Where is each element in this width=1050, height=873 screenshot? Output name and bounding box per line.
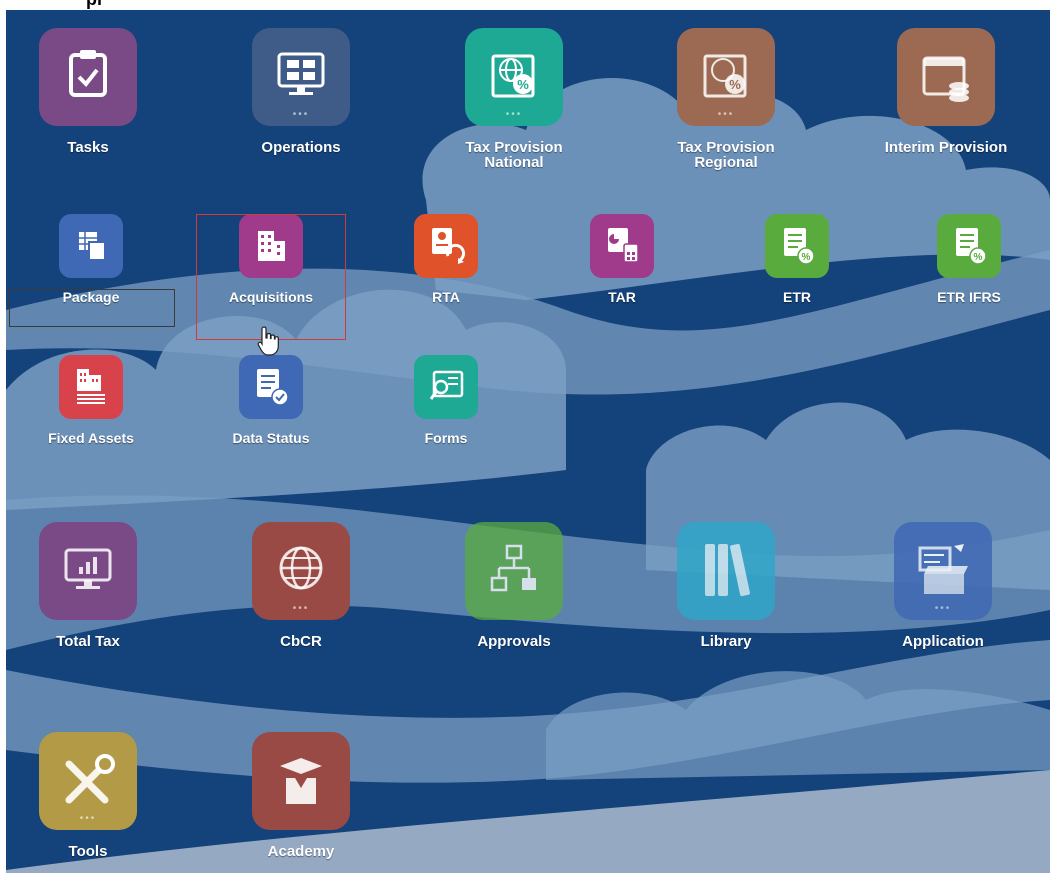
partial-heading: pr [86, 0, 104, 10]
tile-label: Operations [261, 139, 341, 156]
clipboard-check-icon [39, 28, 137, 126]
tile-rta[interactable]: RTA [401, 214, 491, 305]
box-tools-icon: ••• [894, 522, 992, 620]
tile-library[interactable]: Library [676, 522, 776, 649]
tile-cbcr[interactable]: ••• CbCR [251, 522, 351, 649]
tile-total-tax[interactable]: Total Tax [38, 522, 138, 649]
springboard: Tasks ••• Operations % ••• Tax Provision… [6, 10, 1050, 873]
books-icon [677, 522, 775, 620]
svg-text:%: % [974, 252, 983, 263]
tile-label: Tools [68, 843, 108, 860]
tile-application[interactable]: ••• Application [883, 522, 1003, 649]
tile-label: Tasks [67, 139, 109, 156]
svg-text:%: % [517, 77, 529, 92]
tile-label: CbCR [280, 633, 322, 650]
top-strip: pr [0, 0, 1050, 10]
monitor-grid-icon: ••• [252, 28, 350, 126]
tile-label: ETR IFRS [937, 289, 1001, 305]
tile-etr[interactable]: % ETR [752, 214, 842, 305]
document-refresh-icon [414, 214, 478, 278]
globe-icon: ••• [252, 522, 350, 620]
tile-tax-provision-national[interactable]: % ••• Tax Provision National [444, 28, 584, 170]
svg-text:%: % [802, 252, 811, 263]
document-percent-icon: % [765, 214, 829, 278]
wrench-screwdriver-icon: ••• [39, 732, 137, 830]
focus-outline [9, 289, 175, 327]
tile-approvals[interactable]: Approvals [464, 522, 564, 649]
tile-label: Fixed Assets [48, 430, 134, 446]
tile-label: ETR [783, 289, 811, 305]
tile-fixed-assets[interactable]: Fixed Assets [36, 355, 146, 446]
tile-label: Approvals [477, 633, 551, 650]
tile-tasks[interactable]: Tasks [38, 28, 138, 155]
package-grid-icon [59, 214, 123, 278]
tile-label: Interim Provision [884, 139, 1008, 156]
tile-label: TAR [608, 289, 636, 305]
svg-text:%: % [729, 77, 741, 92]
tile-academy[interactable]: Academy [251, 732, 351, 859]
tile-tar[interactable]: TAR [577, 214, 667, 305]
tile-label: Total Tax [56, 633, 120, 650]
tile-label: RTA [432, 289, 460, 305]
tile-interim-provision[interactable]: Interim Provision [866, 28, 1026, 155]
selection-highlight [196, 214, 346, 340]
tile-forms[interactable]: Forms [401, 355, 491, 446]
hierarchy-icon [465, 522, 563, 620]
form-search-icon [414, 355, 478, 419]
monitor-chart-icon [39, 522, 137, 620]
document-percent-icon: % [937, 214, 1001, 278]
tile-operations[interactable]: ••• Operations [236, 28, 366, 155]
graduate-icon [252, 732, 350, 830]
hand-pointer-icon [257, 326, 279, 356]
document-calculator-icon [590, 214, 654, 278]
tile-tax-provision-regional[interactable]: % ••• Tax Provision Regional [656, 28, 796, 170]
building-list-icon [59, 355, 123, 419]
tile-tools[interactable]: ••• Tools [38, 732, 138, 859]
tile-label: Forms [424, 430, 468, 446]
tile-label: Tax Provision National [465, 139, 563, 171]
tile-label: Academy [267, 843, 335, 860]
tile-etr-ifrs[interactable]: % ETR IFRS [914, 214, 1024, 305]
map-percent-icon: % ••• [677, 28, 775, 126]
tile-label: Application [902, 633, 984, 650]
globe-percent-icon: % ••• [465, 28, 563, 126]
tile-label: Tax Provision Regional [677, 139, 775, 171]
calendar-coins-icon [897, 28, 995, 126]
tile-label: Library [700, 633, 752, 650]
tile-data-status[interactable]: Data Status [216, 355, 326, 446]
tile-label: Data Status [232, 430, 310, 446]
document-check-icon [239, 355, 303, 419]
